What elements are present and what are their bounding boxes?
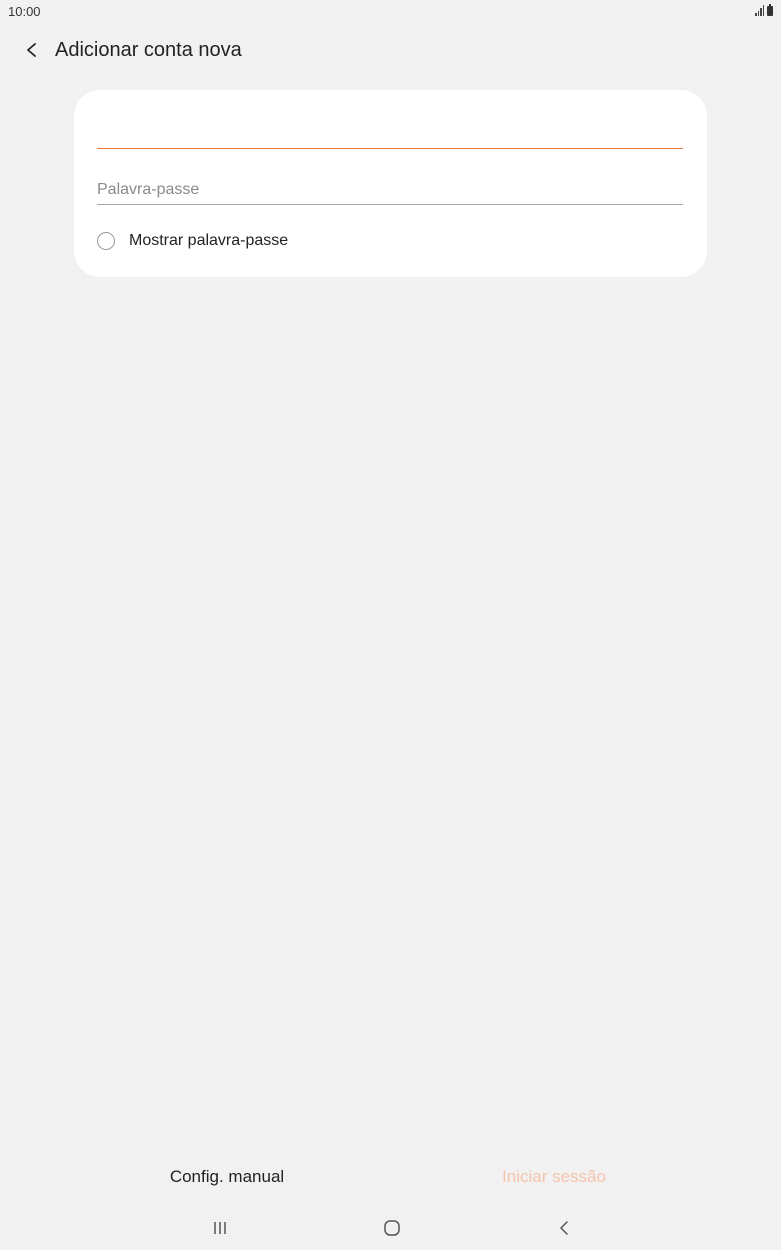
- password-field[interactable]: [97, 176, 683, 205]
- status-time: 10:00: [8, 4, 41, 19]
- chevron-left-icon: [27, 43, 36, 57]
- manual-setup-button[interactable]: Config. manual: [127, 1160, 327, 1194]
- back-button[interactable]: [18, 36, 46, 64]
- show-password-radio[interactable]: [97, 232, 115, 250]
- signal-icon: [755, 5, 764, 16]
- recent-apps-button[interactable]: [200, 1214, 240, 1242]
- bottom-actions: Config. manual Iniciar sessão: [0, 1160, 781, 1194]
- status-bar: 10:00: [0, 0, 781, 24]
- status-icons: [755, 4, 773, 16]
- show-password-label: Mostrar palavra-passe: [129, 232, 289, 249]
- page-title: Adicionar conta nova: [55, 39, 242, 61]
- nav-back-button[interactable]: [544, 1214, 584, 1242]
- app-header: Adicionar conta nova: [0, 30, 781, 74]
- home-button[interactable]: [372, 1214, 412, 1242]
- email-input[interactable]: [97, 110, 683, 148]
- navigation-bar: [0, 1208, 781, 1250]
- home-icon: [384, 1220, 400, 1236]
- back-icon: [560, 1221, 568, 1235]
- battery-icon: [767, 4, 773, 16]
- recent-apps-icon: [214, 1222, 226, 1234]
- account-form-card: Mostrar palavra-passe: [74, 90, 707, 277]
- sign-in-button[interactable]: Iniciar sessão: [454, 1160, 654, 1194]
- password-input[interactable]: [97, 176, 683, 204]
- show-password-toggle[interactable]: Mostrar palavra-passe: [97, 230, 288, 252]
- email-field[interactable]: [97, 110, 683, 149]
